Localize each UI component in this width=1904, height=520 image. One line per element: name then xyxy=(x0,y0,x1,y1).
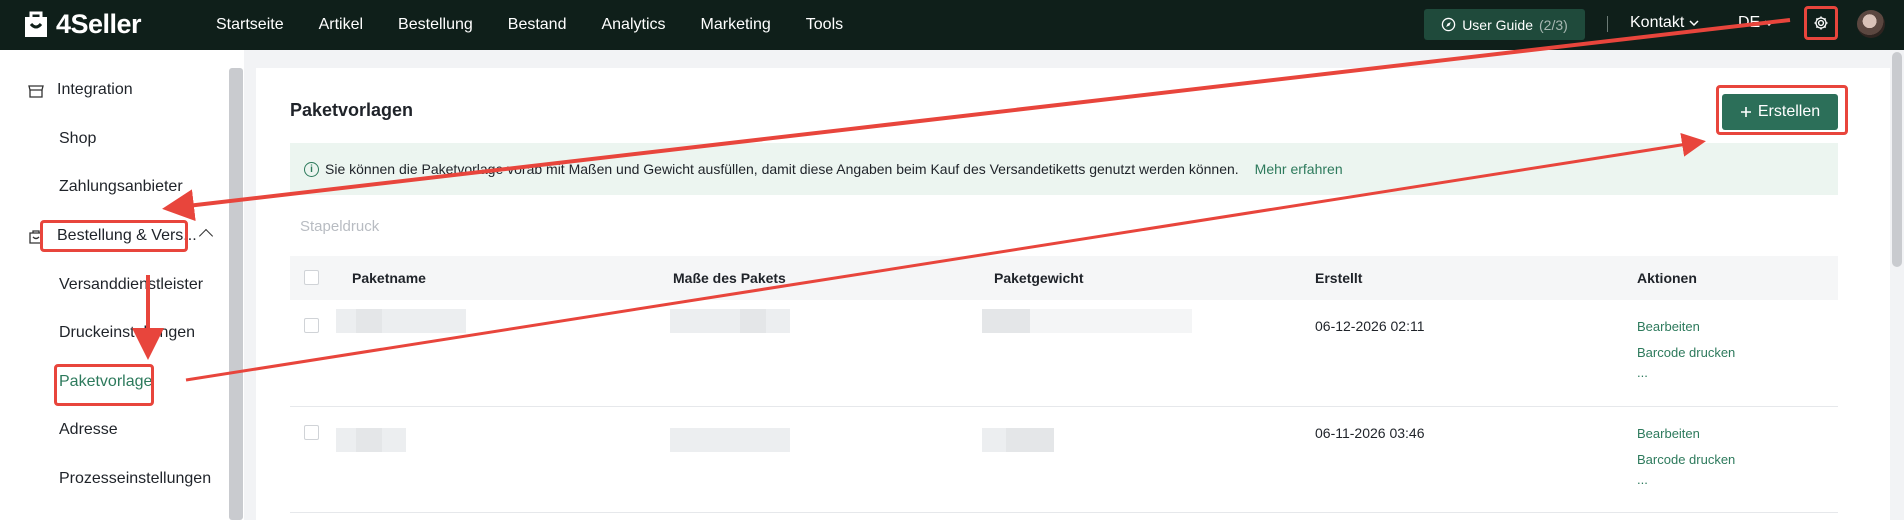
user-guide-button[interactable]: User Guide (2/3) xyxy=(1424,9,1585,40)
user-guide-label: User Guide xyxy=(1462,16,1533,33)
store-icon xyxy=(28,85,44,98)
compass-icon xyxy=(1441,17,1456,32)
select-all-checkbox[interactable] xyxy=(304,270,319,285)
learn-more-link[interactable]: Mehr erfahren xyxy=(1255,161,1343,177)
more-actions-button[interactable]: ... xyxy=(1637,472,1648,487)
redacted-block xyxy=(982,309,1030,333)
top-navigation-bar: 4Seller Startseite Artikel Bestellung Be… xyxy=(0,0,1904,50)
page-scrollbar[interactable] xyxy=(1892,52,1902,267)
print-barcode-link[interactable]: Barcode drucken xyxy=(1637,452,1735,467)
chevron-up-icon xyxy=(198,228,214,244)
nav-marketing[interactable]: Marketing xyxy=(701,16,771,34)
column-header-paketgewicht: Paketgewicht xyxy=(994,270,1084,286)
nav-bestand[interactable]: Bestand xyxy=(508,16,567,34)
row-checkbox[interactable] xyxy=(304,425,319,440)
column-header-erstellt: Erstellt xyxy=(1315,270,1363,286)
edit-link[interactable]: Bearbeiten xyxy=(1637,426,1700,441)
chevron-down-icon xyxy=(1689,20,1699,27)
column-header-aktionen: Aktionen xyxy=(1637,270,1697,286)
app-name: 4Seller xyxy=(56,9,142,39)
gear-icon xyxy=(1814,16,1828,30)
page-title: Paketvorlagen xyxy=(290,100,414,120)
nav-artikel[interactable]: Artikel xyxy=(319,16,363,34)
annotation-highlight-bestellung xyxy=(40,220,188,252)
batch-print-button[interactable]: Stapeldruck xyxy=(300,218,379,235)
sidebar-item-druckeinstellungen[interactable]: Druckeinstellungen xyxy=(59,324,195,342)
redacted-block xyxy=(1006,428,1054,452)
nav-analytics[interactable]: Analytics xyxy=(601,16,665,34)
language-label: DE xyxy=(1738,14,1761,31)
language-selector[interactable]: DE xyxy=(1738,14,1774,32)
info-icon: i xyxy=(304,161,319,177)
sidebar-group-integration[interactable]: Integration xyxy=(57,81,133,99)
annotation-highlight-create xyxy=(1716,85,1848,135)
print-barcode-link[interactable]: Barcode drucken xyxy=(1637,345,1735,360)
sidebar-item-adresse[interactable]: Adresse xyxy=(59,421,118,439)
app-logo[interactable]: 4Seller xyxy=(22,9,142,40)
column-header-paketname: Paketname xyxy=(352,270,426,286)
nav-tools[interactable]: Tools xyxy=(806,16,843,34)
more-actions-button[interactable]: ... xyxy=(1637,365,1648,380)
sidebar-item-prozesseinstellungen[interactable]: Prozesseinstellungen xyxy=(59,470,211,488)
user-avatar[interactable] xyxy=(1857,10,1885,38)
sidebar-item-zahlungsanbieter[interactable]: Zahlungsanbieter xyxy=(59,178,183,196)
row-divider xyxy=(290,406,1838,407)
divider xyxy=(1607,16,1608,32)
row-divider xyxy=(290,512,1838,513)
nav-startseite[interactable]: Startseite xyxy=(216,16,284,34)
sidebar-scrollbar[interactable] xyxy=(229,68,243,520)
redacted-block xyxy=(740,309,766,333)
table-header: Paketname Maße des Pakets Paketgewicht E… xyxy=(290,256,1838,300)
redacted-masse xyxy=(670,309,790,333)
redacted-masse xyxy=(670,428,790,452)
settings-button[interactable] xyxy=(1804,6,1838,40)
info-text: Sie können die Paketvorlage vorab mit Ma… xyxy=(325,161,1239,177)
annotation-highlight-paketvorlage xyxy=(54,364,154,406)
sidebar-item-versanddienstleister[interactable]: Versanddienstleister xyxy=(59,276,203,294)
sidebar: Integration Shop Zahlungsanbieter Bestel… xyxy=(0,50,244,520)
bag-logo-icon xyxy=(25,11,47,37)
edit-link[interactable]: Bearbeiten xyxy=(1637,319,1700,334)
column-header-masse: Maße des Pakets xyxy=(673,270,786,286)
created-date: 06-11-2026 03:46 xyxy=(1315,425,1425,441)
created-date: 06-12-2026 02:11 xyxy=(1315,318,1425,334)
user-guide-count: (2/3) xyxy=(1539,16,1568,33)
contact-menu[interactable]: Kontakt xyxy=(1630,14,1699,32)
redacted-block xyxy=(356,428,382,452)
redacted-block xyxy=(356,309,382,333)
chevron-down-icon xyxy=(1764,20,1774,27)
row-checkbox[interactable] xyxy=(304,318,319,333)
info-banner: i Sie können die Paketvorlage vorab mit … xyxy=(290,143,1838,195)
nav-bestellung[interactable]: Bestellung xyxy=(398,16,473,34)
contact-label: Kontakt xyxy=(1630,14,1685,31)
sidebar-item-shop[interactable]: Shop xyxy=(59,130,96,148)
main-nav: Startseite Artikel Bestellung Bestand An… xyxy=(216,0,878,50)
